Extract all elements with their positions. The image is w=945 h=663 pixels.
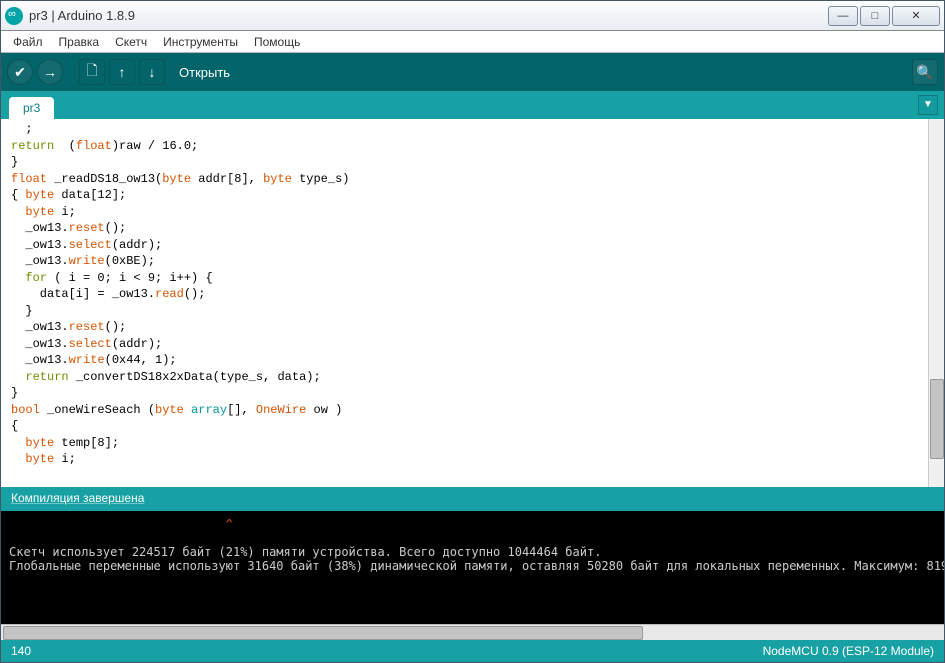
menu-help[interactable]: Помощь bbox=[248, 33, 306, 51]
editor-scrollbar-vertical[interactable] bbox=[928, 119, 944, 487]
window-title: pr3 | Arduino 1.8.9 bbox=[29, 8, 828, 23]
console-caret: ^ bbox=[9, 517, 233, 531]
serial-monitor-button[interactable]: 🔍 bbox=[912, 59, 938, 85]
save-sketch-button[interactable]: ↓ bbox=[139, 59, 165, 85]
console-line-globals: Глобальные переменные используют 31640 б… bbox=[9, 559, 944, 573]
toolbar: ✔ → 🗋 ↑ ↓ Открыть 🔍 bbox=[1, 53, 944, 91]
scrollbar-thumb[interactable] bbox=[930, 379, 944, 459]
menu-sketch[interactable]: Скетч bbox=[109, 33, 153, 51]
menubar: Файл Правка Скетч Инструменты Помощь bbox=[1, 31, 944, 53]
console-scrollbar-horizontal[interactable] bbox=[1, 624, 944, 640]
app-window: pr3 | Arduino 1.8.9 — □ ✕ Файл Правка Ск… bbox=[0, 0, 945, 663]
upload-button[interactable]: → bbox=[37, 59, 63, 85]
footer-bar: 140 NodeMCU 0.9 (ESP-12 Module) bbox=[1, 640, 944, 662]
close-button[interactable]: ✕ bbox=[892, 6, 940, 26]
code-content[interactable]: ; return (float)raw / 16.0; } float _rea… bbox=[1, 119, 944, 470]
console-line-sketch: Скетч использует 224517 байт (21%) памят… bbox=[9, 545, 601, 559]
open-sketch-button[interactable]: ↑ bbox=[109, 59, 135, 85]
tab-active[interactable]: pr3 bbox=[9, 97, 54, 119]
status-text: Компиляция завершена bbox=[11, 491, 144, 505]
toolbar-action-label: Открыть bbox=[179, 65, 230, 80]
maximize-button[interactable]: □ bbox=[860, 6, 890, 26]
tab-strip: pr3 ▼ bbox=[1, 91, 944, 119]
menu-file[interactable]: Файл bbox=[7, 33, 49, 51]
magnifier-icon: 🔍 bbox=[916, 64, 933, 81]
menu-tools[interactable]: Инструменты bbox=[157, 33, 244, 51]
board-indicator: NodeMCU 0.9 (ESP-12 Module) bbox=[763, 644, 934, 658]
titlebar[interactable]: pr3 | Arduino 1.8.9 — □ ✕ bbox=[1, 1, 944, 31]
minimize-button[interactable]: — bbox=[828, 6, 858, 26]
output-console[interactable]: ^ Скетч использует 224517 байт (21%) пам… bbox=[1, 511, 944, 624]
scrollbar-thumb[interactable] bbox=[3, 626, 643, 640]
verify-button[interactable]: ✔ bbox=[7, 59, 33, 85]
code-editor[interactable]: ; return (float)raw / 16.0; } float _rea… bbox=[1, 119, 944, 487]
status-bar: Компиляция завершена bbox=[1, 487, 944, 511]
tabs-dropdown-button[interactable]: ▼ bbox=[918, 95, 938, 115]
menu-edit[interactable]: Правка bbox=[53, 33, 106, 51]
new-sketch-button[interactable]: 🗋 bbox=[79, 59, 105, 85]
line-number-indicator: 140 bbox=[11, 644, 31, 658]
window-controls: — □ ✕ bbox=[828, 6, 940, 26]
arduino-icon bbox=[5, 7, 23, 25]
